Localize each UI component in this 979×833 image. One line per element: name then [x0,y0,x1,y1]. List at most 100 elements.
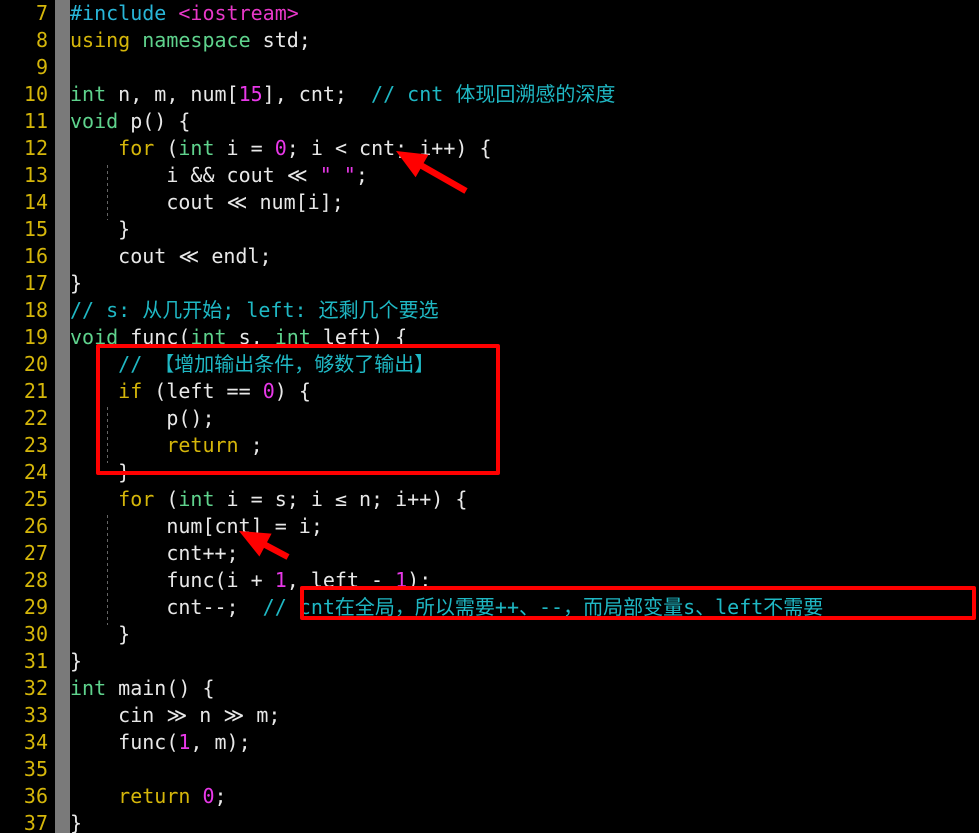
code-line-text: cin ≫ n ≫ m; [70,702,280,729]
code-token: cout ≪ endl; [70,244,272,268]
code-line-text: for (int i = s; i ≤ n; i++) { [70,486,467,513]
code-line-text: } [70,216,130,243]
code-token: s, [226,325,275,349]
code-token: cnt--; [70,595,263,619]
code-token: return [118,784,191,808]
code-token: , m); [190,730,251,754]
line-number: 29 [23,595,48,619]
line-number: 33 [23,703,48,727]
code-token: // cnt 体现回溯感的深度 [371,82,616,106]
code-line[interactable]: 20 // 【增加输出条件，够数了输出】 [0,351,979,378]
line-number: 11 [23,109,48,133]
code-token: return [166,433,239,457]
code-token: void [70,109,119,133]
code-token: cnt在全局，所以需要++、--，而局部变量s、left不需要 [298,595,824,619]
code-token: left) { [310,325,408,349]
code-line-text: } [70,810,82,833]
code-line[interactable]: 36 return 0; [0,783,979,810]
code-line[interactable]: 32 int main() { [0,675,979,702]
code-line-text: func(i + 1, left - 1); [70,567,431,594]
code-token: ; [214,784,227,808]
code-token: i = [214,136,275,160]
code-token: ); [407,568,432,592]
indent-guide-p-loop [107,165,108,220]
code-line[interactable]: 27 cnt++; [0,540,979,567]
code-token: int [70,676,107,700]
line-number: 22 [23,406,48,430]
code-line[interactable]: 29 cnt--; // cnt在全局，所以需要++、--，而局部变量s、lef… [0,594,979,621]
code-token: } [70,217,131,241]
code-line[interactable]: 15 } [0,216,979,243]
code-line-text: i && cout ≪ " "; [70,162,368,189]
code-line[interactable]: 19 void func(int s, int left) { [0,324,979,351]
code-line[interactable]: 25 for (int i = s; i ≤ n; i++) { [0,486,979,513]
code-line[interactable]: 31} [0,648,979,675]
code-line[interactable]: 8 using namespace std; [0,27,979,54]
code-line[interactable]: 12 for (int i = 0; i < cnt; i++) { [0,135,979,162]
code-line[interactable]: 34 func(1, m); [0,729,979,756]
line-number: 17 [23,271,48,295]
code-token: // s: 从几开始; left: 还剩几个要选 [70,298,439,322]
code-token: } [70,271,83,295]
line-number: 9 [35,55,48,79]
line-number: 27 [23,541,48,565]
code-token: i = s; i ≤ n; i++) { [214,487,468,511]
code-line[interactable]: 13 i && cout ≪ " "; [0,162,979,189]
code-token: ( [154,487,179,511]
code-line[interactable]: 14 cout ≪ num[i]; [0,189,979,216]
code-line[interactable]: 18 // s: 从几开始; left: 还剩几个要选 [0,297,979,324]
line-number: 35 [23,757,48,781]
code-token: ; i < cnt; i++) { [286,136,492,160]
code-line[interactable]: 30 } [0,621,979,648]
code-line[interactable]: 33 cin ≫ n ≫ m; [0,702,979,729]
code-token: func(i + [70,568,275,592]
code-token: // 【增加输出条件，够数了输出】 [118,352,435,376]
line-number: 32 [23,676,48,700]
code-token: ) { [274,379,311,403]
code-line-text: void func(int s, int left) { [70,324,407,351]
code-line[interactable]: 21 if (left == 0) { [0,378,979,405]
line-number: 30 [23,622,48,646]
code-token: } [70,622,131,646]
code-text-area[interactable]: 7 #include <iostream> 8 using namespace std… [0,0,979,833]
code-token: , left - [286,568,396,592]
line-number: 7 [35,1,48,25]
code-line[interactable]: 10 int n, m, num[15], cnt; // cnt 体现回溯感的深… [0,81,979,108]
code-line[interactable]: 28 func(i + 1, left - 1); [0,567,979,594]
code-token: p() { [118,109,191,133]
code-line-text: cout ≪ num[i]; [70,189,343,216]
code-token: } [70,460,131,484]
code-line[interactable]: 17} [0,270,979,297]
code-token: using [70,28,131,52]
line-number: 10 [23,82,48,106]
code-line[interactable]: 16 cout ≪ endl; [0,243,979,270]
code-line[interactable]: 9 [0,54,979,81]
code-line[interactable]: 22 p(); [0,405,979,432]
code-token: #include [70,1,167,25]
code-token: int [70,82,107,106]
code-token: for [118,487,155,511]
code-line[interactable]: 7 #include <iostream> [0,0,979,27]
code-token: func( [118,325,191,349]
code-line[interactable]: 24 } [0,459,979,486]
code-line[interactable]: 26 num[cnt] = i; [0,513,979,540]
line-number: 37 [23,811,48,833]
code-line[interactable]: 11 void p() { [0,108,979,135]
code-token: func( [70,730,179,754]
code-token: 0 [202,784,215,808]
code-line-text: } [70,621,130,648]
code-line[interactable]: 37} [0,810,979,833]
code-token: ; [355,163,368,187]
code-line[interactable]: 23 return ; [0,432,979,459]
code-token: ( [154,136,179,160]
code-token: cnt++; [70,541,239,565]
code-line-text: #include <iostream> [70,0,299,27]
code-line-text: cnt--; // cnt在全局，所以需要++、--，而局部变量s、left不需… [70,594,823,621]
code-line[interactable]: 35 [0,756,979,783]
line-number: 28 [23,568,48,592]
